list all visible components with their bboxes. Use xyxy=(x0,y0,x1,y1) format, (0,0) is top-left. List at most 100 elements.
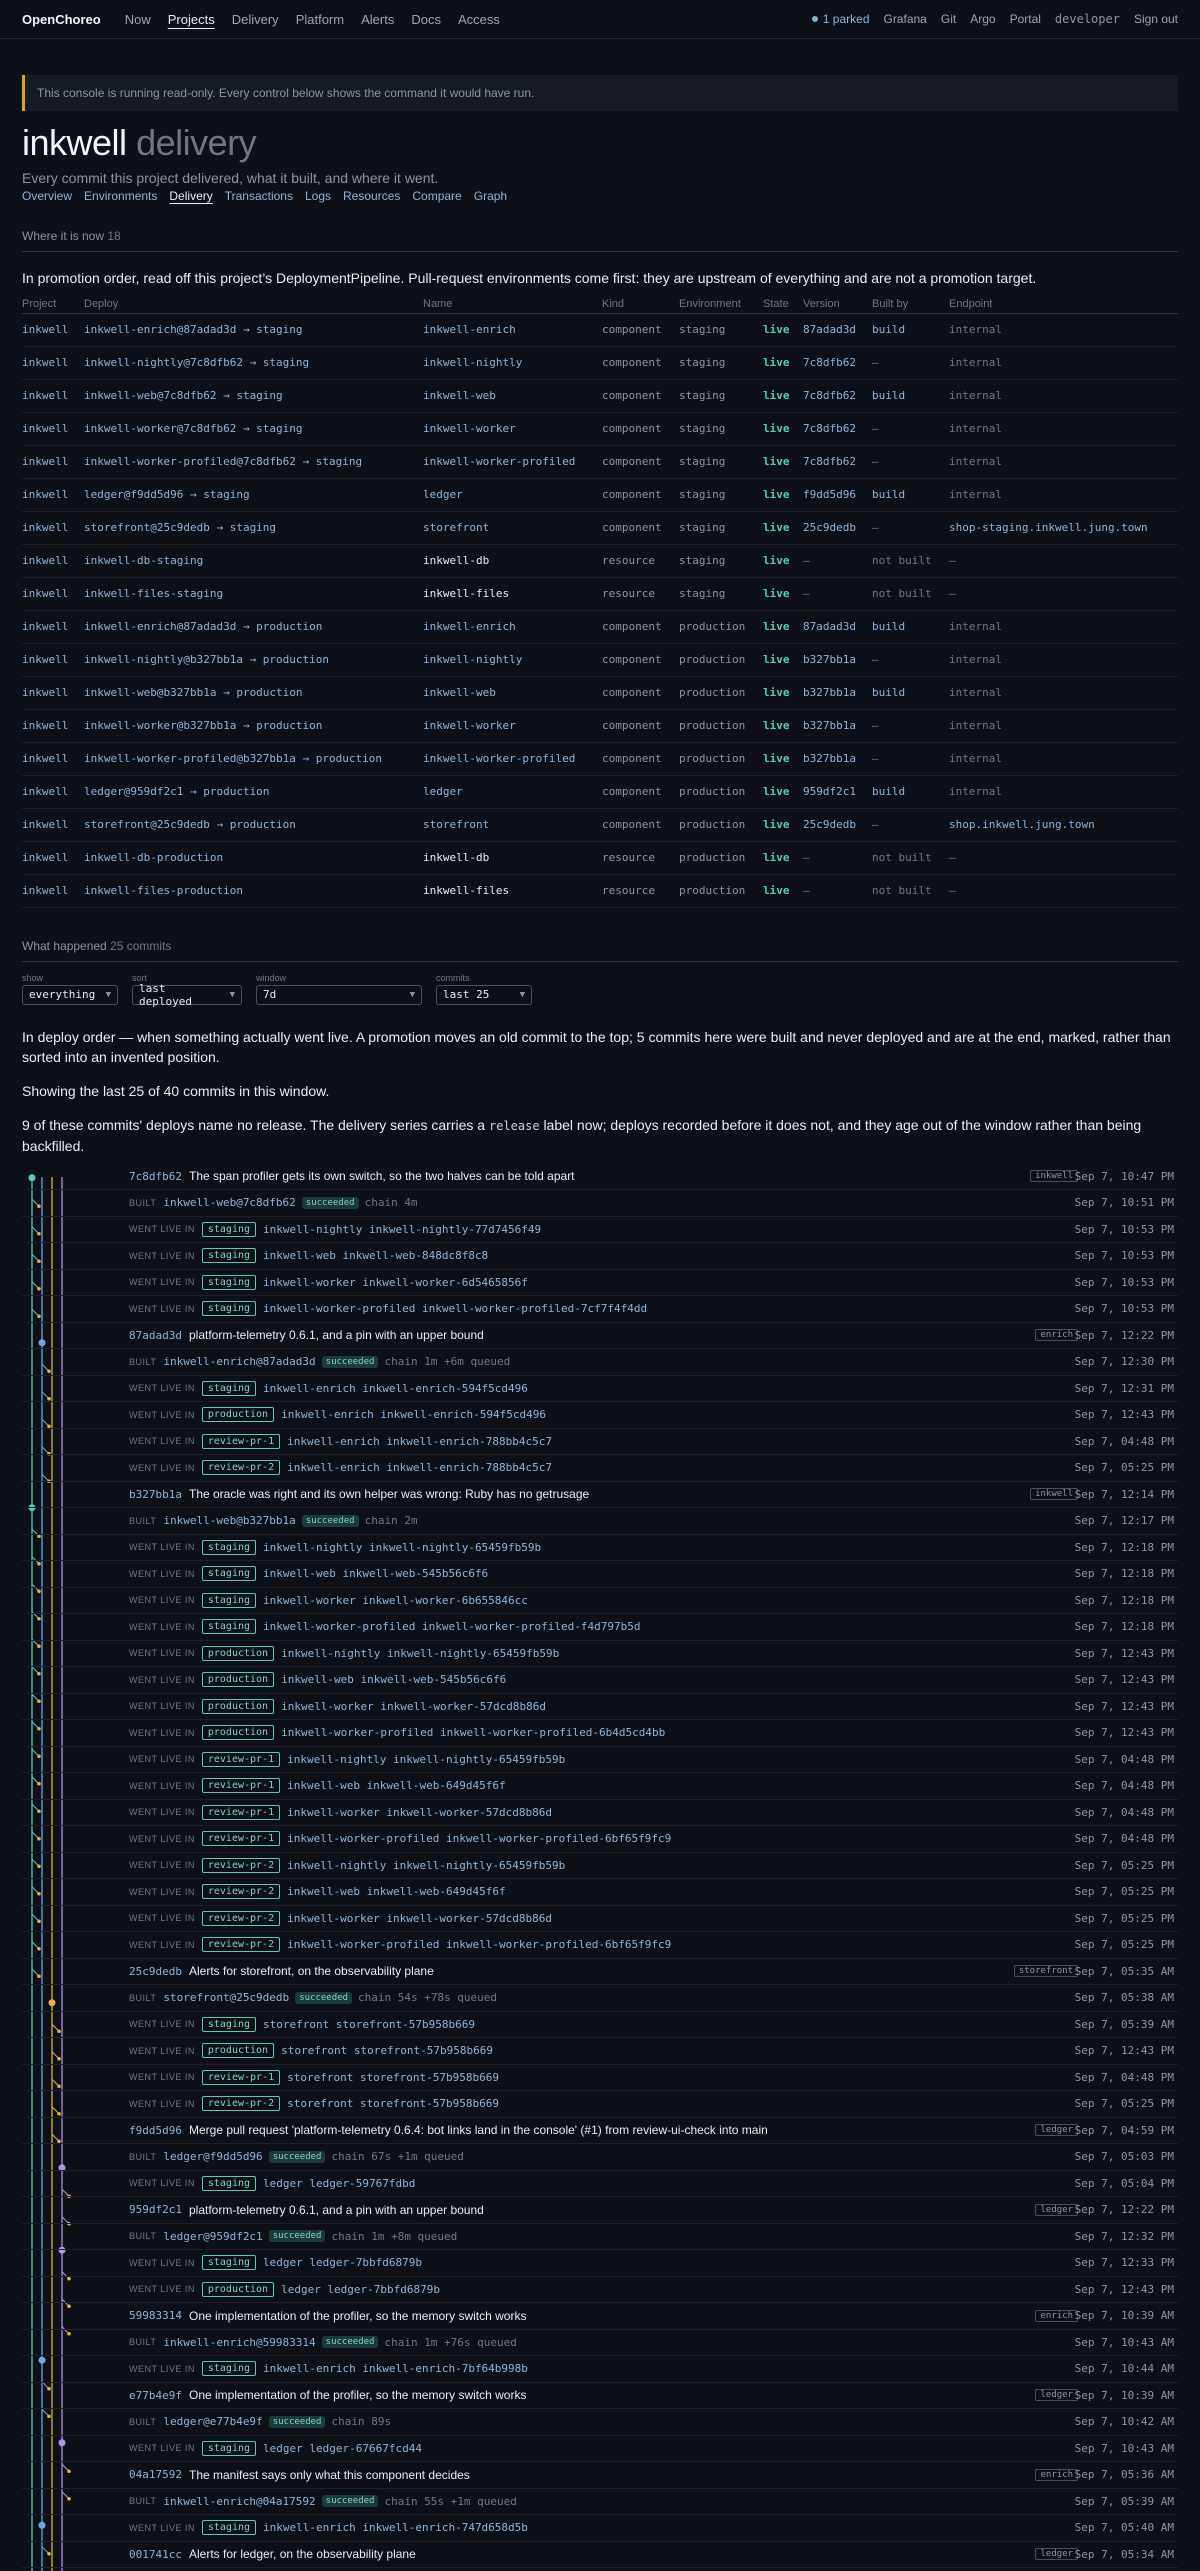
cell-deploy[interactable]: inkwell-files-production xyxy=(84,874,423,908)
cell-deploy[interactable]: inkwell-enrich@87adad3d → staging xyxy=(84,313,423,347)
live-row[interactable]: WENT LIVE IN staging inkwell-enrich inkw… xyxy=(22,2515,1178,2542)
live-row[interactable]: WENT LIVE IN production inkwell-enrich i… xyxy=(22,1402,1178,1429)
release-name[interactable]: inkwell-worker-profiled inkwell-worker-p… xyxy=(287,1938,671,1951)
deployment-row[interactable]: inkwell storefront@25c9dedb → production s… xyxy=(22,808,1178,842)
live-row[interactable]: WENT LIVE IN review-pr-1 inkwell-web ink… xyxy=(22,1773,1178,1800)
commit-sha[interactable]: 001741cc xyxy=(129,2548,182,2561)
cell-deploy[interactable]: inkwell-worker@b327bb1a → production xyxy=(84,709,423,743)
live-row[interactable]: WENT LIVE IN review-pr-2 inkwell-web ink… xyxy=(22,1879,1178,1906)
tab-transactions[interactable]: Transactions xyxy=(225,189,293,203)
environment-badge[interactable]: staging xyxy=(201,1619,257,1635)
build-ref[interactable]: ledger@959df2c1 xyxy=(163,2230,262,2243)
live-row[interactable]: WENT LIVE IN review-pr-1 storefront stor… xyxy=(22,2065,1178,2091)
commit-sha[interactable]: f9dd5d96 xyxy=(129,2124,182,2137)
environment-badge[interactable]: staging xyxy=(201,1566,257,1582)
cell-project[interactable]: inkwell xyxy=(22,709,84,743)
deployment-row[interactable]: inkwell inkwell-web@7c8dfb62 → staging ink… xyxy=(22,379,1178,413)
deployment-row[interactable]: inkwell inkwell-worker@b327bb1a → product… xyxy=(22,709,1178,743)
deployment-row[interactable]: inkwell inkwell-db-production inkwell-db re… xyxy=(22,841,1178,875)
environment-badge[interactable]: staging xyxy=(201,2175,257,2191)
cell-deploy[interactable]: inkwell-enrich@87adad3d → production xyxy=(84,610,423,644)
release-name[interactable]: inkwell-enrich inkwell-enrich-594f5cd496 xyxy=(281,1408,546,1421)
release-name[interactable]: inkwell-enrich inkwell-enrich-788bb4c5c7 xyxy=(287,1461,552,1474)
cell-project[interactable]: inkwell xyxy=(22,445,84,479)
build-ref[interactable]: inkwell-enrich@04a17592 xyxy=(163,2495,315,2508)
cell-name[interactable]: inkwell-web xyxy=(423,676,602,710)
cell-project[interactable]: inkwell xyxy=(22,676,84,710)
release-name[interactable]: inkwell-worker-profiled inkwell-worker-p… xyxy=(263,1620,641,1633)
live-row[interactable]: WENT LIVE IN staging inkwell-nightly ink… xyxy=(22,1535,1178,1561)
environment-badge[interactable]: staging xyxy=(201,1221,257,1237)
cell-project[interactable]: inkwell xyxy=(22,808,84,842)
deployment-row[interactable]: inkwell inkwell-nightly@b327bb1a → produc… xyxy=(22,643,1178,677)
deployment-row[interactable]: inkwell inkwell-enrich@87adad3d → product… xyxy=(22,610,1178,644)
release-name[interactable]: storefront storefront-57b958b669 xyxy=(281,2044,493,2057)
cell-project[interactable]: inkwell xyxy=(22,412,84,446)
tab-compare[interactable]: Compare xyxy=(412,189,461,203)
tab-environments[interactable]: Environments xyxy=(84,189,157,203)
cell-endpoint[interactable]: shop-staging.inkwell.jung.town xyxy=(949,511,1178,545)
environment-badge[interactable]: staging xyxy=(201,1248,257,1264)
environment-badge[interactable]: review-pr-1 xyxy=(201,1831,281,1847)
live-row[interactable]: WENT LIVE IN review-pr-1 inkwell-enrich … xyxy=(22,1429,1178,1455)
commit-row[interactable]: e77b4e9f One implementation of the profi… xyxy=(22,2383,1178,2409)
release-name[interactable]: inkwell-worker inkwell-worker-57dcd8b86d xyxy=(287,1806,552,1819)
live-row[interactable]: WENT LIVE IN production inkwell-worker i… xyxy=(22,1694,1178,1720)
environment-badge[interactable]: production xyxy=(201,1725,275,1741)
commit-row[interactable]: f9dd5d96 Merge pull request 'platform-te… xyxy=(22,2118,1178,2144)
environment-badge[interactable]: staging xyxy=(201,1539,257,1555)
nav-grafana[interactable]: Grafana xyxy=(884,12,927,26)
cell-name[interactable]: inkwell-files xyxy=(423,577,602,611)
cell-project[interactable]: inkwell xyxy=(22,610,84,644)
environment-badge[interactable]: staging xyxy=(201,2255,257,2271)
cell-deploy[interactable]: storefront@25c9dedb → production xyxy=(84,808,423,842)
nav-projects[interactable]: Projects xyxy=(168,12,215,27)
release-name[interactable]: ledger ledger-67667fcd44 xyxy=(263,2442,422,2455)
build-ref[interactable]: inkwell-enrich@87adad3d xyxy=(163,1355,315,1368)
release-name[interactable]: inkwell-worker-profiled inkwell-worker-p… xyxy=(263,1302,647,1315)
release-name[interactable]: inkwell-web inkwell-web-848dc8f8c8 xyxy=(263,1249,488,1262)
live-row[interactable]: WENT LIVE IN staging inkwell-worker-prof… xyxy=(22,1296,1178,1323)
deployment-row[interactable]: inkwell inkwell-files-staging inkwell-file… xyxy=(22,577,1178,611)
deployment-row[interactable]: inkwell inkwell-worker-profiled@7c8dfb62 … xyxy=(22,445,1178,479)
build-row[interactable]: BUILT inkwell-enrich@87adad3d succeeded … xyxy=(22,1349,1178,1376)
release-name[interactable]: inkwell-enrich inkwell-enrich-747d658d5b xyxy=(263,2521,528,2534)
cell-name[interactable]: inkwell-enrich xyxy=(423,313,602,347)
release-name[interactable]: inkwell-nightly inkwell-nightly-65459fb5… xyxy=(287,1859,565,1872)
cell-deploy[interactable]: inkwell-worker-profiled@b327bb1a → produ… xyxy=(84,742,423,776)
build-ref[interactable]: ledger@f9dd5d96 xyxy=(163,2150,262,2163)
deployment-row[interactable]: inkwell ledger@959df2c1 → production ledge… xyxy=(22,775,1178,809)
cell-name[interactable]: inkwell-nightly xyxy=(423,643,602,677)
cell-project[interactable]: inkwell xyxy=(22,643,84,677)
nav-platform[interactable]: Platform xyxy=(296,12,344,27)
brand-logo[interactable]: OpenChoreo xyxy=(22,12,101,27)
release-name[interactable]: inkwell-web inkwell-web-649d45f6f xyxy=(287,1885,506,1898)
commit-sha[interactable]: 59983314 xyxy=(129,2309,182,2322)
live-row[interactable]: WENT LIVE IN staging inkwell-worker-prof… xyxy=(22,1614,1178,1641)
deployment-row[interactable]: inkwell inkwell-worker@7c8dfb62 → staging… xyxy=(22,412,1178,446)
live-row[interactable]: WENT LIVE IN staging ledger ledger-67667… xyxy=(22,2436,1178,2462)
deployment-row[interactable]: inkwell inkwell-nightly@7c8dfb62 → stagin… xyxy=(22,346,1178,380)
environment-badge[interactable]: production xyxy=(201,1672,275,1688)
release-name[interactable]: inkwell-nightly inkwell-nightly-65459fb5… xyxy=(263,1541,541,1554)
cell-deploy[interactable]: inkwell-worker@7c8dfb62 → staging xyxy=(84,412,423,446)
tab-overview[interactable]: Overview xyxy=(22,189,72,203)
build-ref[interactable]: inkwell-web@b327bb1a xyxy=(163,1514,295,1527)
environment-badge[interactable]: staging xyxy=(201,1380,257,1396)
environment-badge[interactable]: review-pr-1 xyxy=(201,1804,281,1820)
cell-project[interactable]: inkwell xyxy=(22,577,84,611)
environment-badge[interactable]: staging xyxy=(201,2520,257,2536)
build-ref[interactable]: storefront@25c9dedb xyxy=(163,1991,289,2004)
release-name[interactable]: inkwell-enrich inkwell-enrich-7bf64b998b xyxy=(263,2362,528,2375)
build-row[interactable]: BUILT inkwell-enrich@59983314 succeeded … xyxy=(22,2330,1178,2356)
cell-project[interactable]: inkwell xyxy=(22,544,84,578)
release-name[interactable]: inkwell-nightly inkwell-nightly-77d7456f… xyxy=(263,1223,541,1236)
environment-badge[interactable]: production xyxy=(201,1698,275,1714)
build-ref[interactable]: inkwell-enrich@59983314 xyxy=(163,2336,315,2349)
build-row[interactable]: BUILT inkwell-enrich@04a17592 succeeded … xyxy=(22,2489,1178,2515)
commit-sha[interactable]: 87adad3d xyxy=(129,1329,182,1342)
cell-project[interactable]: inkwell xyxy=(22,379,84,413)
nav-docs[interactable]: Docs xyxy=(411,12,441,27)
commit-row[interactable]: 001741cc Alerts for ledger, on the obser… xyxy=(22,2542,1178,2568)
cell-deploy[interactable]: inkwell-web@7c8dfb62 → staging xyxy=(84,379,423,413)
